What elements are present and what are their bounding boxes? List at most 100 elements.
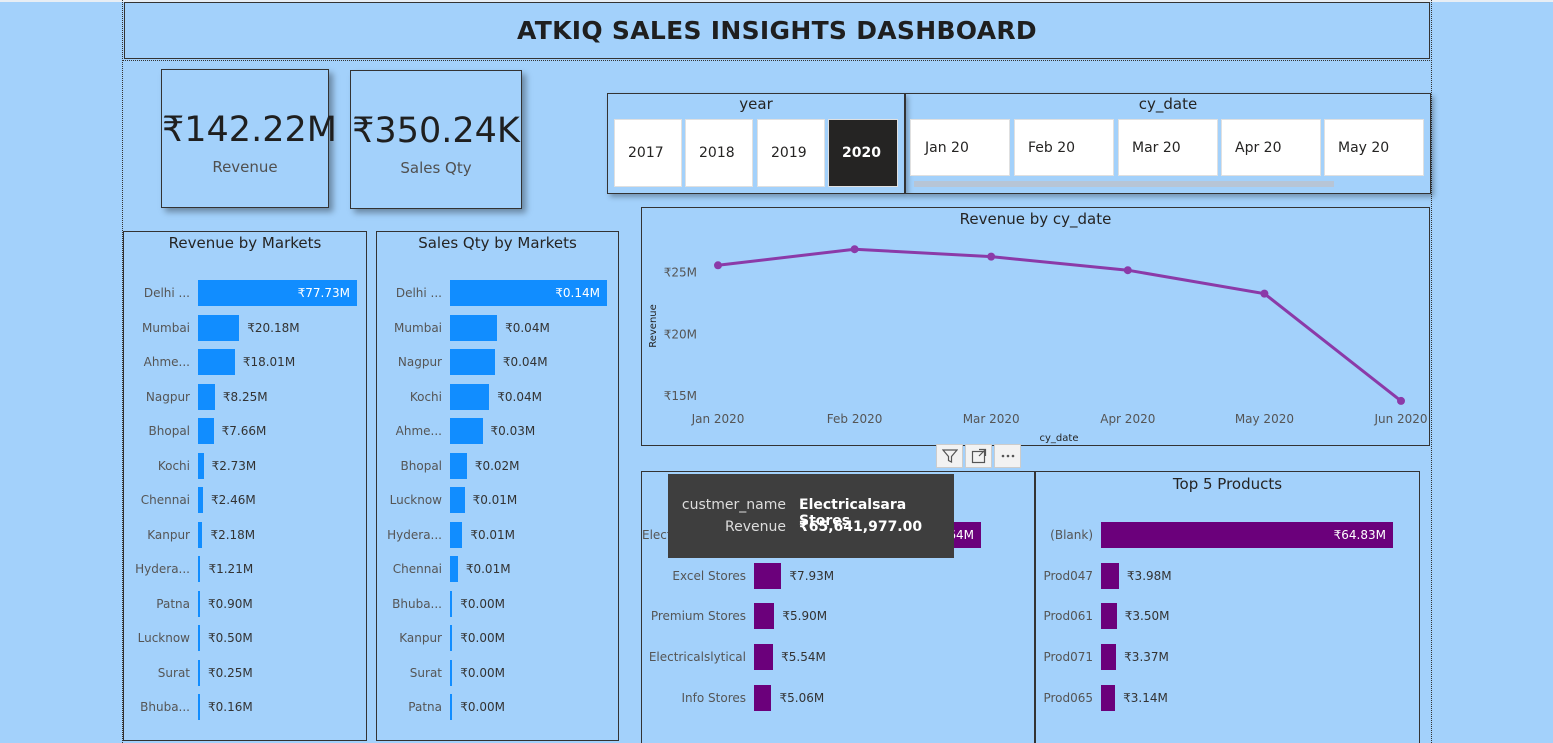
date-option-mar[interactable]: Mar 20 <box>1118 119 1218 176</box>
bar-category-label: Bhuba... <box>392 596 442 611</box>
bar-row[interactable]: Surat ₹0.00M <box>377 659 618 686</box>
dashboard-title-box: ATKIQ SALES INSIGHTS DASHBOARD <box>124 2 1430 59</box>
sales-qty-label: Sales Qty <box>400 159 472 177</box>
top-products-chart[interactable]: Top 5 Products (Blank) ₹64.83M Prod047 ₹3.9… <box>1035 471 1420 743</box>
bar[interactable] <box>198 383 215 410</box>
year-option-2018[interactable]: 2018 <box>685 119 753 187</box>
bar[interactable] <box>754 562 782 589</box>
bar-row[interactable]: Prod047 ₹3.98M <box>1036 562 1419 589</box>
bar-category-label: Nagpur <box>145 389 190 404</box>
bar[interactable] <box>450 314 498 341</box>
bar[interactable] <box>198 659 200 686</box>
bar-row[interactable]: Bhuba... ₹0.16M <box>124 694 366 720</box>
bar[interactable] <box>198 625 200 651</box>
sales-qty-card[interactable]: ₹350.24K Sales Qty <box>350 70 522 209</box>
bar-row[interactable]: Bhopal ₹7.66M <box>124 418 366 444</box>
y-tick-label: ₹15M <box>664 389 697 403</box>
bar-row[interactable]: Mumbai ₹20.18M <box>124 314 366 341</box>
bar-row[interactable]: Hydera... ₹1.21M <box>124 556 366 582</box>
bar-row[interactable]: Prod071 ₹3.37M <box>1036 644 1419 671</box>
bar-row[interactable]: Prod065 ₹3.14M <box>1036 684 1419 711</box>
bar-value-label: ₹7.66M <box>221 424 267 438</box>
year-option-2020[interactable]: 2020 <box>828 119 898 187</box>
bar[interactable] <box>450 418 483 444</box>
bar[interactable] <box>1101 562 1119 589</box>
bar-row[interactable]: Info Stores ₹5.06M <box>642 684 1034 711</box>
bar[interactable] <box>198 349 235 375</box>
bar[interactable] <box>450 590 453 617</box>
filter-icon[interactable] <box>936 444 963 468</box>
bar-row[interactable]: Premium Stores ₹5.90M <box>642 603 1034 630</box>
sales-qty-by-markets-chart[interactable]: Sales Qty by Markets Delhi ... ₹0.14M Mumb… <box>376 231 619 741</box>
bar-category-label: Prod061 <box>1043 609 1093 624</box>
bar[interactable] <box>198 521 203 548</box>
bar[interactable] <box>754 644 774 671</box>
bar[interactable] <box>450 694 453 720</box>
bar[interactable] <box>198 694 200 720</box>
bar[interactable] <box>450 487 465 513</box>
bar[interactable] <box>1101 603 1117 630</box>
bar[interactable] <box>754 603 775 630</box>
bar-row[interactable]: Chennai ₹2.46M <box>124 487 366 513</box>
bar[interactable] <box>450 556 458 582</box>
tooltip-key-customer: custmer_name <box>681 497 786 513</box>
bar-row[interactable]: Surat ₹0.25M <box>124 659 366 686</box>
bar[interactable] <box>1101 644 1117 671</box>
bar-row[interactable]: Chennai ₹0.01M <box>377 556 618 582</box>
bar-row[interactable]: Ahme... ₹0.03M <box>377 418 618 444</box>
bar[interactable] <box>450 349 495 375</box>
bar[interactable] <box>450 521 463 548</box>
bar-row[interactable]: Prod061 ₹3.50M <box>1036 603 1419 630</box>
bar-row[interactable]: Bhuba... ₹0.00M <box>377 590 618 617</box>
bar-row[interactable]: Hydera... ₹0.01M <box>377 521 618 548</box>
bar[interactable] <box>450 383 490 410</box>
date-slicer-scrollbar[interactable] <box>914 181 1334 187</box>
bar-value-label: ₹0.90M <box>208 596 253 611</box>
bar-row[interactable]: Lucknow ₹0.01M <box>377 487 618 513</box>
bar[interactable] <box>198 452 204 479</box>
date-option-feb[interactable]: Feb 20 <box>1014 119 1114 176</box>
bar-row[interactable]: Nagpur ₹0.04M <box>377 349 618 375</box>
bar-value-label: ₹18.01M <box>242 355 296 369</box>
bar[interactable] <box>450 659 453 686</box>
revenue-by-date-chart[interactable]: Revenue by cy_date ₹25M ₹20M ₹15M Jan 2020 F… <box>641 207 1430 446</box>
bar-row[interactable]: Patna ₹0.90M <box>124 590 366 617</box>
bar[interactable] <box>198 590 200 617</box>
bar-value-label: ₹0.01M <box>470 527 516 542</box>
bar-row[interactable]: Delhi ... ₹0.14M <box>377 280 618 306</box>
bar-row[interactable]: Ahme... ₹18.01M <box>124 349 366 375</box>
year-slicer[interactable]: year 2017 2018 2019 2020 <box>607 93 905 194</box>
revenue-card[interactable]: ₹142.22M Revenue <box>161 69 337 208</box>
date-option-may[interactable]: May 20 <box>1324 119 1424 176</box>
bar[interactable] <box>198 418 214 444</box>
date-option-jan[interactable]: Jan 20 <box>910 119 1010 176</box>
bar-row[interactable]: Patna ₹0.00M <box>377 694 618 720</box>
bar-row[interactable]: Mumbai ₹0.04M <box>377 314 618 341</box>
bar-row[interactable]: Kanpur ₹2.18M <box>124 521 366 548</box>
bar[interactable] <box>450 452 467 479</box>
bar[interactable] <box>450 625 453 651</box>
bar-row[interactable]: Kochi ₹2.73M <box>124 452 366 479</box>
bar-row[interactable]: Excel Stores ₹7.93M <box>642 562 1034 589</box>
bar-row[interactable]: Electricalslytical ₹5.54M <box>642 644 1034 671</box>
bar-row[interactable]: Nagpur ₹8.25M <box>124 383 366 410</box>
bar[interactable] <box>198 556 201 582</box>
year-option-2017[interactable]: 2017 <box>614 119 682 187</box>
bar-row[interactable]: Delhi ... ₹77.73M <box>124 280 366 306</box>
bar-row[interactable]: Lucknow ₹0.50M <box>124 625 366 651</box>
revenue-by-markets-chart[interactable]: Revenue by Markets Delhi ... ₹77.73M Mumba… <box>123 231 367 741</box>
bar-row[interactable]: Bhopal ₹0.02M <box>377 452 618 479</box>
date-option-apr[interactable]: Apr 20 <box>1221 119 1321 176</box>
bar[interactable] <box>198 487 204 513</box>
more-options-icon[interactable] <box>994 444 1021 468</box>
bar[interactable] <box>198 314 240 341</box>
bar-row[interactable]: Kochi ₹0.04M <box>377 383 618 410</box>
bar[interactable] <box>1101 684 1116 711</box>
bar[interactable] <box>754 684 772 711</box>
bar-row[interactable]: (Blank) ₹64.83M <box>1036 522 1419 548</box>
year-option-2019[interactable]: 2019 <box>757 119 825 187</box>
date-slicer[interactable]: cy_date Jan 20 Feb 20 Mar 20 Apr 20 May … <box>905 93 1431 194</box>
bar-category-label: Delhi ... <box>395 286 442 300</box>
focus-mode-icon[interactable] <box>965 444 992 468</box>
bar-row[interactable]: Kanpur ₹0.00M <box>377 625 618 651</box>
